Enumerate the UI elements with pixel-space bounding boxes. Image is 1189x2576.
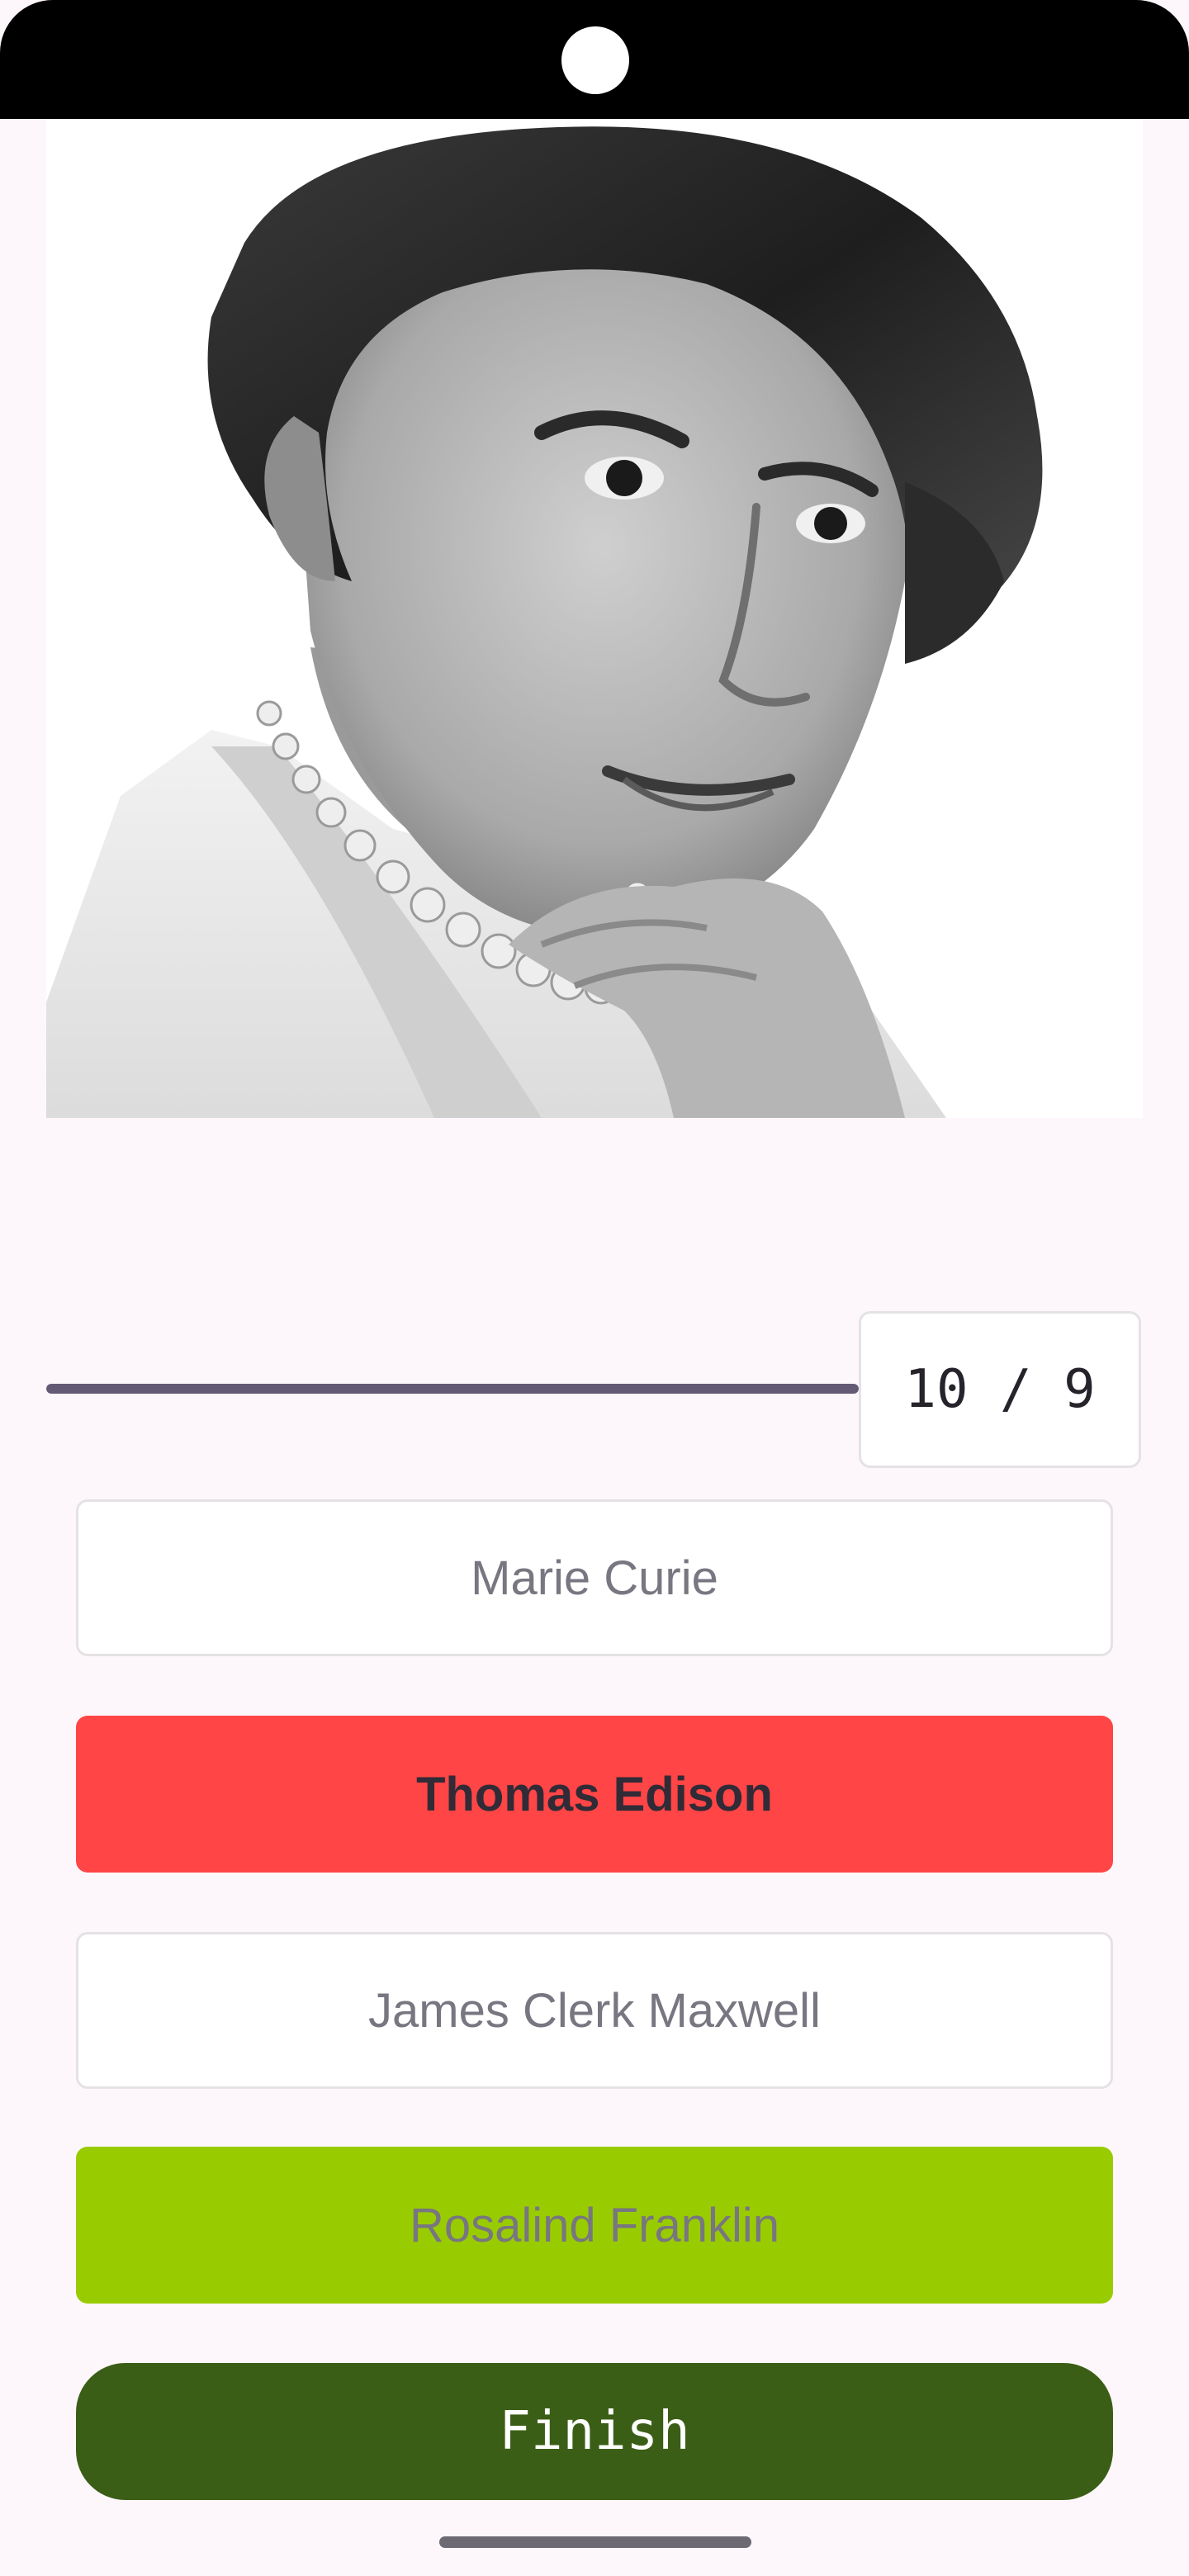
scientist-portrait-image bbox=[46, 119, 1143, 1118]
home-indicator[interactable] bbox=[439, 2536, 751, 2548]
quiz-progress-row: 10 / 9 bbox=[46, 1311, 1143, 1468]
answer-option-1[interactable]: Marie Curie bbox=[76, 1499, 1113, 1656]
camera-cutout bbox=[561, 26, 629, 94]
question-counter: 10 / 9 bbox=[859, 1311, 1141, 1468]
answer-option-3[interactable]: James Clerk Maxwell bbox=[76, 1932, 1113, 2089]
quiz-screen: 10 / 9 Marie Curie Thomas Edison James C… bbox=[0, 0, 1189, 2576]
status-bar bbox=[0, 0, 1189, 119]
answer-option-2[interactable]: Thomas Edison bbox=[76, 1716, 1113, 1873]
progress-bar bbox=[46, 1384, 859, 1394]
finish-button[interactable]: Finish bbox=[76, 2363, 1113, 2500]
answer-option-4[interactable]: Rosalind Franklin bbox=[76, 2147, 1113, 2304]
progress-bar-fill bbox=[46, 1384, 859, 1394]
